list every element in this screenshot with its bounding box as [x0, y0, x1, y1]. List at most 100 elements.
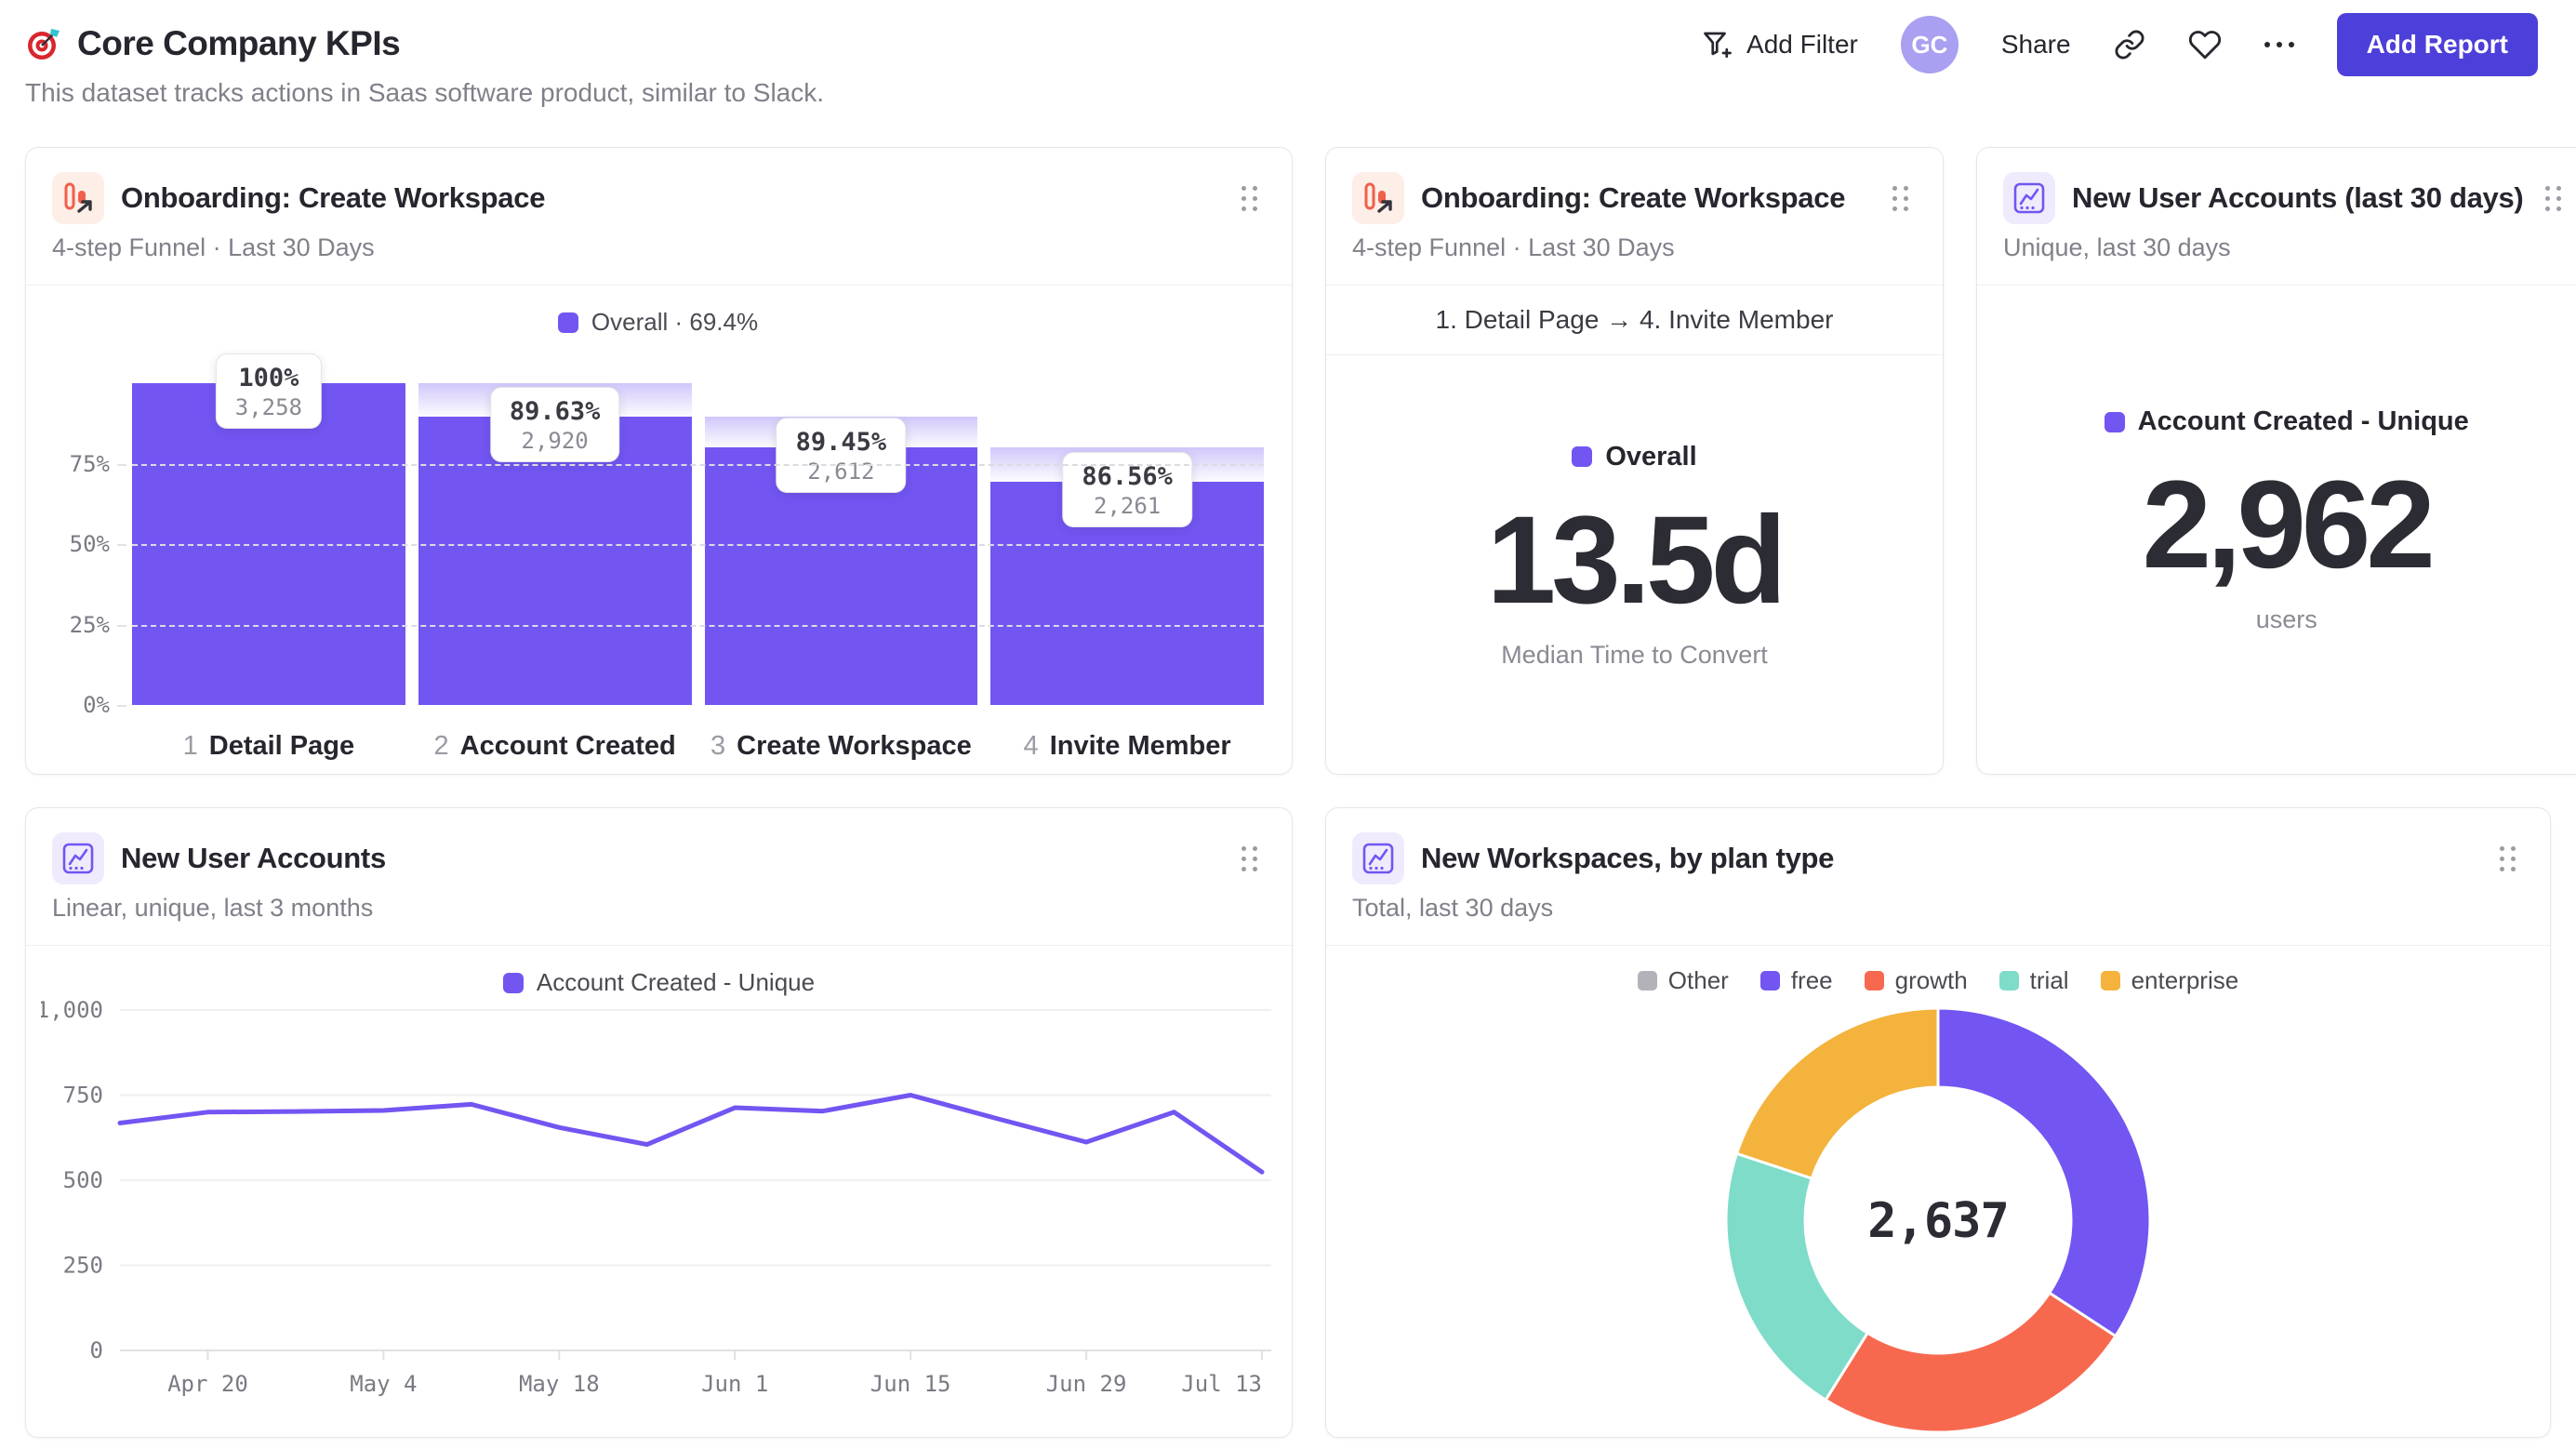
card-subtitle: 4-step Funnel · Last 30 Days [1352, 233, 1675, 261]
y-axis-label: 50% [69, 531, 110, 557]
link-icon [2114, 29, 2145, 60]
legend-swatch [557, 312, 578, 333]
conversion-percent: 89.45% [795, 427, 887, 457]
pie-slice-enterprise[interactable] [1734, 1006, 1940, 1180]
more-menu-button[interactable] [2264, 42, 2294, 47]
card-new-user-accounts-30d: New User Accounts (last 30 days) Unique,… [1976, 147, 2576, 775]
funnel-bar-callout: 89.63% 2,920 [489, 386, 620, 462]
donut-chart[interactable]: 2,637 [1719, 1001, 2158, 1440]
pie-slice-free[interactable] [1936, 1006, 2152, 1338]
funnel-chart-icon [52, 172, 104, 224]
y-axis-label: 25% [69, 611, 110, 638]
funnel-legend[interactable]: Overall · 69.4% [52, 286, 1264, 337]
legend-swatch [1864, 971, 1884, 990]
card-title: Onboarding: Create Workspace [121, 181, 546, 214]
pie-legend: Other free growth trial enterprise [1326, 946, 2550, 995]
legend-swatch [2100, 971, 2120, 990]
drag-handle-icon[interactable] [1236, 180, 1264, 217]
metric-value: 2,962 [2142, 456, 2436, 594]
metric-legend[interactable]: Account Created - Unique [2104, 406, 2469, 437]
y-axis-label: 0% [83, 692, 110, 718]
legend-swatch [1637, 971, 1657, 990]
y-axis-label: 1,000 [41, 997, 103, 1023]
card-title: New Workspaces, by plan type [1421, 842, 1835, 874]
line-legend[interactable]: Account Created - Unique [26, 946, 1292, 997]
card-onboarding-funnel: Onboarding: Create Workspace 4-step Funn… [25, 147, 1293, 775]
add-filter-button[interactable]: Add Filter [1701, 28, 1858, 61]
x-axis-label: Jun 29 [1045, 1371, 1126, 1397]
add-report-button[interactable]: Add Report [2336, 13, 2538, 76]
x-axis-label: Jul 13 [1181, 1371, 1262, 1397]
conversion-count: 3,258 [234, 394, 302, 420]
funnel-bar-callout: 89.45% 2,612 [776, 417, 907, 493]
y-axis-label: 500 [62, 1167, 102, 1193]
pie-slice-trial[interactable] [1724, 1151, 1870, 1402]
insights-chart-icon [2003, 172, 2055, 224]
legend-swatch [2104, 411, 2125, 432]
x-axis-label: Jun 1 [701, 1371, 768, 1397]
funnel-step-label: 4 Invite Member [1023, 731, 1231, 761]
target-emoji-icon [25, 25, 62, 62]
y-axis-tick [117, 624, 126, 627]
favorite-button[interactable] [2188, 28, 2222, 61]
pie-legend-item[interactable]: Other [1637, 966, 1729, 995]
drag-handle-icon[interactable] [1887, 180, 1915, 217]
conversion-percent: 100% [238, 364, 299, 392]
pie-slice-growth[interactable] [1824, 1291, 2118, 1434]
x-axis-label: May 18 [518, 1371, 599, 1397]
page-title: Core Company KPIs [77, 24, 401, 62]
metric-value: 13.5d [1486, 490, 1787, 630]
card-title: Onboarding: Create Workspace [1421, 181, 1846, 214]
x-axis-label: May 4 [350, 1371, 417, 1397]
conversion-percent: 86.56% [1082, 461, 1173, 491]
line-series[interactable] [117, 1093, 1264, 1175]
pie-legend-item[interactable]: growth [1864, 966, 1968, 995]
legend-swatch [1759, 971, 1780, 990]
funnel-x-axis: 1 Detail Page 2 Account Created 3 Create Work… [132, 731, 1264, 762]
dashboard-header: Core Company KPIs This dataset tracks ac… [25, 0, 2551, 108]
funnel-step-label: 3 Create Workspace [710, 731, 972, 761]
metric-label: users [2255, 605, 2317, 633]
y-axis-tick [117, 544, 126, 546]
user-avatar[interactable]: GC [1900, 16, 1959, 73]
pie-legend-item[interactable]: enterprise [2100, 966, 2238, 995]
card-subtitle: 4-step Funnel · Last 30 Days [52, 233, 375, 261]
y-axis-label: 75% [69, 450, 110, 477]
pie-legend-item[interactable]: trial [1998, 966, 2069, 995]
funnel-step-label: 2 Account Created [433, 731, 676, 761]
share-button[interactable]: Share [2001, 30, 2071, 60]
gridline [132, 463, 1264, 466]
copy-link-button[interactable] [2114, 29, 2145, 60]
pie-total-value: 2,637 [1867, 1193, 2009, 1249]
card-new-workspaces-by-plan: New Workspaces, by plan type Total, last… [1325, 807, 2551, 1438]
funnel-plot: 75% 50% 25% 0% 100% 3,258 89.63% 2,920 89.45% 2,6… [70, 353, 1264, 718]
dashboard-page: Core Company KPIs This dataset tracks ac… [0, 0, 2576, 1438]
card-subtitle: Total, last 30 days [1352, 894, 1554, 922]
y-axis-tick [117, 463, 126, 466]
funnel-bar-callout: 100% 3,258 [215, 353, 322, 429]
funnel-chart-icon [1352, 172, 1404, 224]
card-median-time-to-convert: Onboarding: Create Workspace 4-step Funn… [1325, 147, 1944, 775]
drag-handle-icon[interactable] [1236, 841, 1264, 877]
page-subtitle: This dataset tracks actions in Saas soft… [25, 78, 825, 107]
heart-icon [2188, 28, 2222, 61]
card-subtitle: Linear, unique, last 3 months [52, 894, 374, 922]
y-axis-tick [117, 705, 126, 707]
conversion-count: 2,261 [1093, 492, 1162, 519]
metric-label: Median Time to Convert [1501, 640, 1768, 669]
legend-swatch [1572, 446, 1593, 467]
metric-legend[interactable]: Overall [1572, 442, 1697, 472]
line-chart[interactable]: 0 250 500 750 1,000 Apr 20 May 4 May 18 Jun 1 Jun… [41, 997, 1278, 1417]
gridline [132, 544, 1264, 546]
y-axis-label: 0 [89, 1337, 102, 1363]
gridline [132, 624, 1264, 627]
drag-handle-icon[interactable] [2494, 841, 2522, 877]
funnel-step-range: 1. Detail Page → 4. Invite Member [1435, 305, 1834, 334]
insights-chart-icon [1352, 832, 1404, 884]
card-subtitle: Unique, last 30 days [2003, 233, 2231, 261]
legend-swatch [502, 972, 524, 993]
pie-legend-item[interactable]: free [1759, 966, 1833, 995]
y-axis-label: 250 [62, 1253, 102, 1279]
card-title: New User Accounts (last 30 days) [2072, 181, 2524, 214]
drag-handle-icon[interactable] [2540, 180, 2568, 217]
